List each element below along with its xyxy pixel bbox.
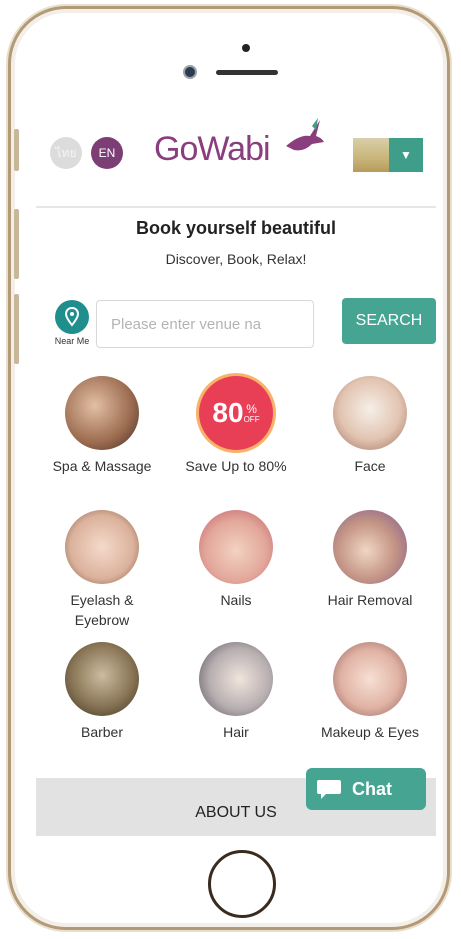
search-button[interactable]: SEARCH (342, 298, 436, 344)
page-title: Book yourself beautiful (135, 218, 337, 238)
chevron-down-icon: ▼ (389, 138, 423, 172)
near-me-label: Near Me (54, 336, 90, 346)
gowabi-logo[interactable]: GoWabi (154, 130, 271, 169)
category-hair[interactable]: Hair (176, 642, 296, 742)
face-image (333, 376, 407, 450)
category-label: Makeup & Eyes (320, 724, 420, 740)
country-flag-icon (353, 138, 389, 172)
eyelash-image (65, 510, 139, 584)
category-face[interactable]: Face (310, 376, 430, 476)
category-label: Eyelash & Eyebrow (42, 590, 162, 630)
chat-bubble-icon (306, 768, 352, 810)
category-label-line1: Eyelash & (70, 592, 134, 608)
category-barber[interactable]: Barber (42, 642, 162, 742)
barber-image (65, 642, 139, 716)
home-button[interactable] (208, 850, 276, 918)
category-eyelash-eyebrow[interactable]: Eyelash & Eyebrow (42, 510, 162, 630)
language-thai-button[interactable]: ไทย (50, 137, 82, 169)
nails-image (199, 510, 273, 584)
category-nails[interactable]: Nails (176, 510, 296, 610)
category-label-line2: Eyebrow (74, 612, 130, 628)
near-me-button[interactable]: Near Me (50, 300, 94, 346)
phone-side-button (14, 294, 19, 364)
badge-number: 80 (212, 397, 244, 428)
page-subtitle: Discover, Book, Relax! (165, 251, 307, 267)
front-camera (183, 65, 197, 79)
category-label: Face (354, 458, 386, 474)
makeup-image (333, 642, 407, 716)
venue-search-input[interactable] (96, 300, 314, 348)
hair-removal-image (333, 510, 407, 584)
app-screen: ไทย EN GoWabi ▼ Book yourself beautiful … (36, 110, 436, 836)
phone-side-button (14, 129, 19, 171)
category-label: Hair (223, 724, 249, 740)
spa-massage-image (65, 376, 139, 450)
category-label: Spa & Massage (52, 458, 152, 474)
category-label: Save Up to 80% (185, 458, 287, 474)
header-divider (36, 206, 436, 208)
language-en-button[interactable]: EN (91, 137, 123, 169)
phone-side-button (14, 209, 19, 279)
category-label: Barber (80, 724, 124, 740)
hair-image (199, 642, 273, 716)
chat-label: Chat (352, 778, 392, 799)
category-spa-massage[interactable]: Spa & Massage (42, 376, 162, 476)
phone-sensor (242, 44, 250, 52)
chat-button[interactable]: Chat (306, 768, 426, 810)
country-select[interactable]: ▼ (353, 138, 423, 172)
category-label: Nails (220, 592, 252, 608)
category-save-up-to-80[interactable]: 80 % OFF Save Up to 80% (176, 376, 296, 476)
discount-badge-icon: 80 % OFF (199, 376, 273, 450)
location-pin-icon (55, 300, 89, 334)
badge-off: OFF (243, 414, 260, 424)
phone-speaker (216, 70, 278, 75)
category-hair-removal[interactable]: Hair Removal (310, 510, 430, 610)
category-makeup-eyes[interactable]: Makeup & Eyes (310, 642, 430, 742)
category-label: Hair Removal (327, 592, 413, 608)
hummingbird-logo-icon (286, 118, 324, 151)
badge-percent: % (246, 401, 257, 416)
